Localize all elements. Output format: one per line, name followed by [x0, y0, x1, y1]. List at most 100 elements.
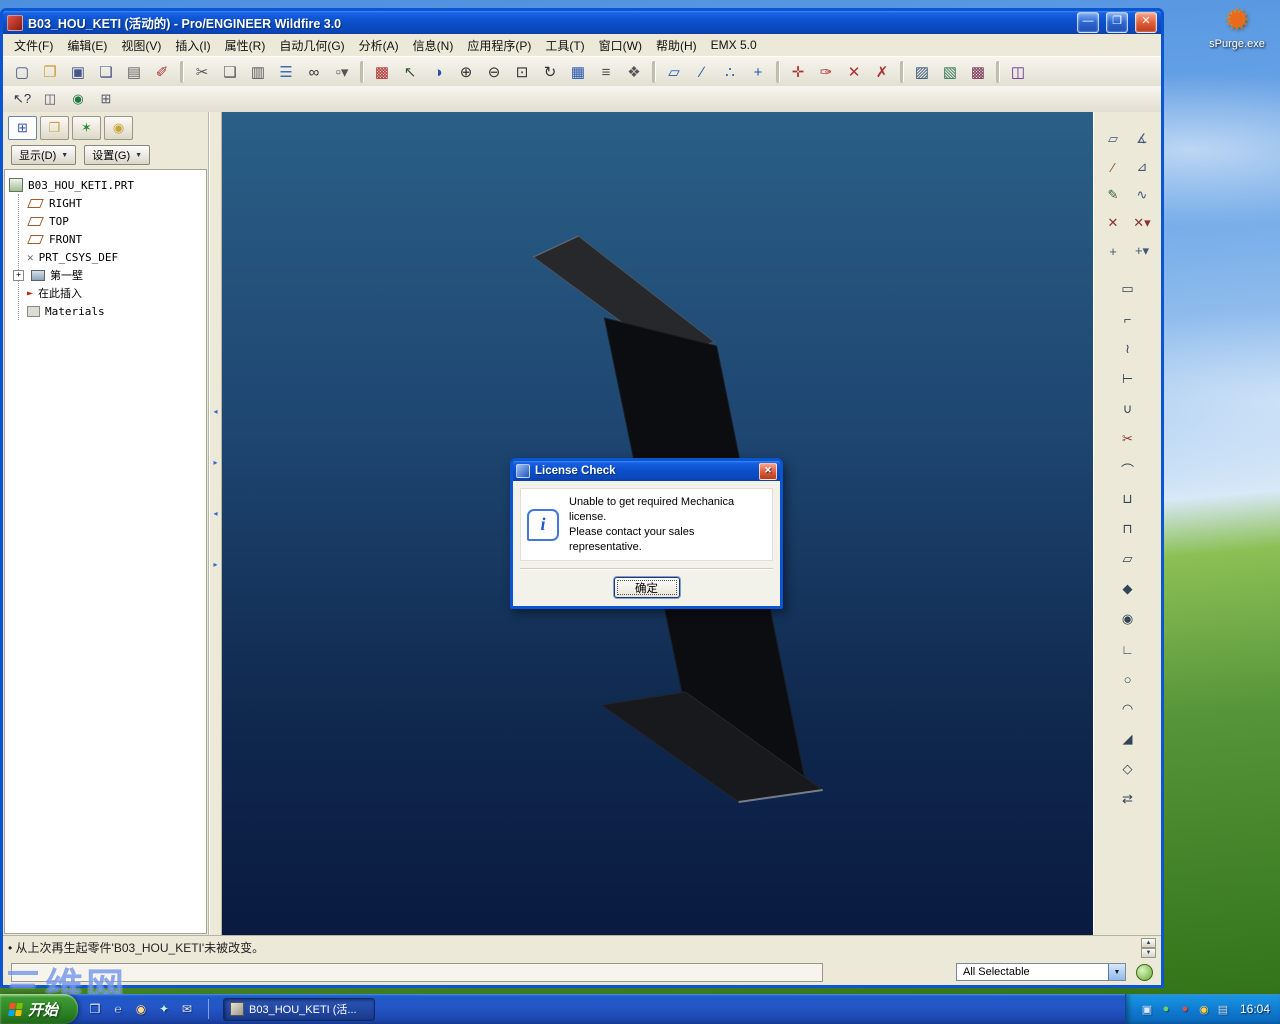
annotation-toggle-icon[interactable]: ✑ [812, 59, 840, 85]
menu-item[interactable]: 属性(R) [218, 35, 273, 56]
zoom-out-icon[interactable]: ⊖ [480, 59, 508, 85]
menu-item[interactable]: EMX 5.0 [704, 36, 764, 54]
form-tool-icon[interactable]: ◆ [1114, 576, 1141, 602]
point-tag-toggle-icon[interactable]: ✕ [840, 59, 868, 85]
titlebar[interactable]: B03_HOU_KETI (活动的) - Pro/ENGINEER Wildfi… [3, 11, 1161, 34]
tree-item-top-plane[interactable]: TOP [27, 212, 202, 230]
tree-item-part[interactable]: B03_HOU_KETI.PRT [9, 176, 202, 194]
datum-axis-tool-icon[interactable]: ∕ [1100, 154, 1127, 180]
select-list-icon[interactable]: ☰ [272, 59, 300, 85]
datum-csys-tool-icon[interactable]: + [1100, 238, 1127, 264]
flat-wall-tool-icon[interactable]: ▭ [1114, 276, 1141, 302]
model-grid-icon[interactable]: ⊞ [92, 88, 120, 111]
refit-icon[interactable]: ⊡ [508, 59, 536, 85]
mirror-tool-icon[interactable]: ⇄ [1114, 786, 1141, 812]
save-copy-icon[interactable]: ❏ [92, 59, 120, 85]
favorites-tab[interactable]: ✶ [72, 116, 101, 140]
csys-toggle-icon[interactable]: + [744, 59, 772, 85]
spurge-desktop-icon[interactable]: ✹ sPurge.exe [1196, 4, 1278, 50]
punch-tool-icon[interactable]: ◉ [1114, 606, 1141, 632]
splitter-expand-icon[interactable]: ▸ [213, 560, 217, 569]
appearance-icon[interactable]: ▨ [908, 59, 936, 85]
select-working-icon[interactable]: ↖ [396, 59, 424, 85]
internet-explorer-icon[interactable]: ℮ [109, 1000, 127, 1018]
new-file-icon[interactable]: ▢ [8, 59, 36, 85]
menu-item[interactable]: 分析(A) [352, 35, 406, 56]
rip-tool-icon[interactable]: ✂ [1114, 426, 1141, 452]
menu-item[interactable]: 应用程序(P) [460, 35, 538, 56]
shell-tool-icon[interactable]: ◇ [1114, 756, 1141, 782]
find-icon[interactable]: ∞ [300, 59, 328, 85]
tree-item-first-wall[interactable]: + 第一壁 [13, 266, 202, 284]
render-icon[interactable]: ▧ [936, 59, 964, 85]
datum-plane-tool-icon[interactable]: ▱ [1100, 126, 1127, 152]
layers-icon[interactable]: ≡ [592, 59, 620, 85]
show-dropdown-button[interactable]: 显示(D) ▼ [11, 145, 77, 165]
status-input[interactable] [11, 962, 823, 982]
antivirus-tray-icon[interactable]: ● [1159, 1002, 1173, 1016]
emx-window-icon[interactable]: ◫ [1004, 59, 1032, 85]
save-icon[interactable]: ▣ [64, 59, 92, 85]
dialog-titlebar[interactable]: License Check ✕ [513, 461, 780, 481]
datum-point-tool-icon[interactable]: ✕ [1100, 210, 1127, 236]
insert-mode-icon[interactable]: ⊿ [1129, 154, 1156, 180]
tree-item-right-plane[interactable]: RIGHT [27, 194, 202, 212]
panel-splitter[interactable]: ◂ ▸ ◂ ▸ [209, 112, 222, 935]
reorient-icon[interactable]: ↻ [536, 59, 564, 85]
point-options-icon[interactable]: ✕▾ [1129, 210, 1156, 236]
copy-icon[interactable]: ❑ [216, 59, 244, 85]
menu-item[interactable]: 信息(N) [406, 35, 461, 56]
open-file-icon[interactable]: ❐ [36, 59, 64, 85]
start-button[interactable]: 开始 [0, 994, 79, 1024]
folder-browser-tab[interactable]: ❐ [40, 116, 69, 140]
color-effects-icon[interactable]: ▩ [964, 59, 992, 85]
spin-center-toggle-icon[interactable]: ✛ [784, 59, 812, 85]
update-tray-icon[interactable]: ● [1178, 1002, 1192, 1016]
model-tree-tab[interactable]: ⊞ [8, 116, 37, 140]
csys-options-icon[interactable]: +▾ [1129, 238, 1156, 264]
menu-item[interactable]: 文件(F) [7, 35, 60, 56]
sketch-tool-icon[interactable]: ✎ [1100, 182, 1127, 208]
tree-item-front-plane[interactable]: FRONT [27, 230, 202, 248]
show-desktop-icon[interactable]: ❒ [86, 1000, 104, 1018]
hole-tool-icon[interactable]: ○ [1114, 666, 1141, 692]
media-player-icon[interactable]: ◉ [132, 1000, 150, 1018]
erase-icon[interactable]: ✐ [148, 59, 176, 85]
datum-points-toggle-icon[interactable]: ∴ [716, 59, 744, 85]
tree-item-csys[interactable]: ✕ PRT_CSYS_DEF [27, 248, 202, 266]
minimize-button[interactable]: — [1077, 12, 1099, 33]
ok-button[interactable]: 确定 [613, 577, 680, 599]
tree-item-materials[interactable]: Materials [27, 302, 202, 320]
view-manager-icon[interactable]: ❖ [620, 59, 648, 85]
bend-back-tool-icon[interactable]: ⊓ [1114, 516, 1141, 542]
menu-item[interactable]: 编辑(E) [60, 35, 114, 56]
twist-wall-tool-icon[interactable]: ≀ [1114, 336, 1141, 362]
ime-language-icon[interactable]: ▣ [1140, 1002, 1154, 1016]
menu-item[interactable]: 自动几何(G) [272, 35, 351, 56]
context-help-icon[interactable]: ↖? [8, 88, 36, 111]
menu-item[interactable]: 视图(V) [114, 35, 168, 56]
csys-tag-toggle-icon[interactable]: ✗ [868, 59, 896, 85]
redraw-icon[interactable]: ▦ [564, 59, 592, 85]
scroll-down-icon[interactable]: ▼ [1141, 947, 1156, 958]
cut-icon[interactable]: ✂ [188, 59, 216, 85]
datum-planes-toggle-icon[interactable]: ▱ [660, 59, 688, 85]
maximize-button[interactable]: ❐ [1106, 12, 1128, 33]
merge-wall-tool-icon[interactable]: ∪ [1114, 396, 1141, 422]
tree-item-insert-here[interactable]: ► 在此插入 [27, 284, 202, 302]
datum-axes-toggle-icon[interactable]: ∕ [688, 59, 716, 85]
dialog-close-button[interactable]: ✕ [759, 462, 777, 480]
expand-icon[interactable]: + [13, 269, 24, 281]
bend-tool-icon[interactable]: ⌒ [1114, 456, 1141, 482]
volume-tray-icon[interactable]: ◉ [1197, 1002, 1211, 1016]
messenger-icon[interactable]: ✦ [155, 1000, 173, 1018]
taskbar-window-button[interactable]: B03_HOU_KETI (活... [223, 997, 376, 1021]
sash-window-icon[interactable]: ◫ [36, 88, 64, 111]
regenerate-icon[interactable]: ▩ [368, 59, 396, 85]
corner-relief-tool-icon[interactable]: ∟ [1114, 636, 1141, 662]
datum-curve-tool-icon[interactable]: ∿ [1129, 182, 1156, 208]
message-scrollbar[interactable]: ▲ ▼ [1141, 937, 1156, 958]
unbend-tool-icon[interactable]: ⊔ [1114, 486, 1141, 512]
splitter-expand-icon[interactable]: ▸ [213, 458, 217, 467]
outlook-icon[interactable]: ✉ [178, 1000, 196, 1018]
